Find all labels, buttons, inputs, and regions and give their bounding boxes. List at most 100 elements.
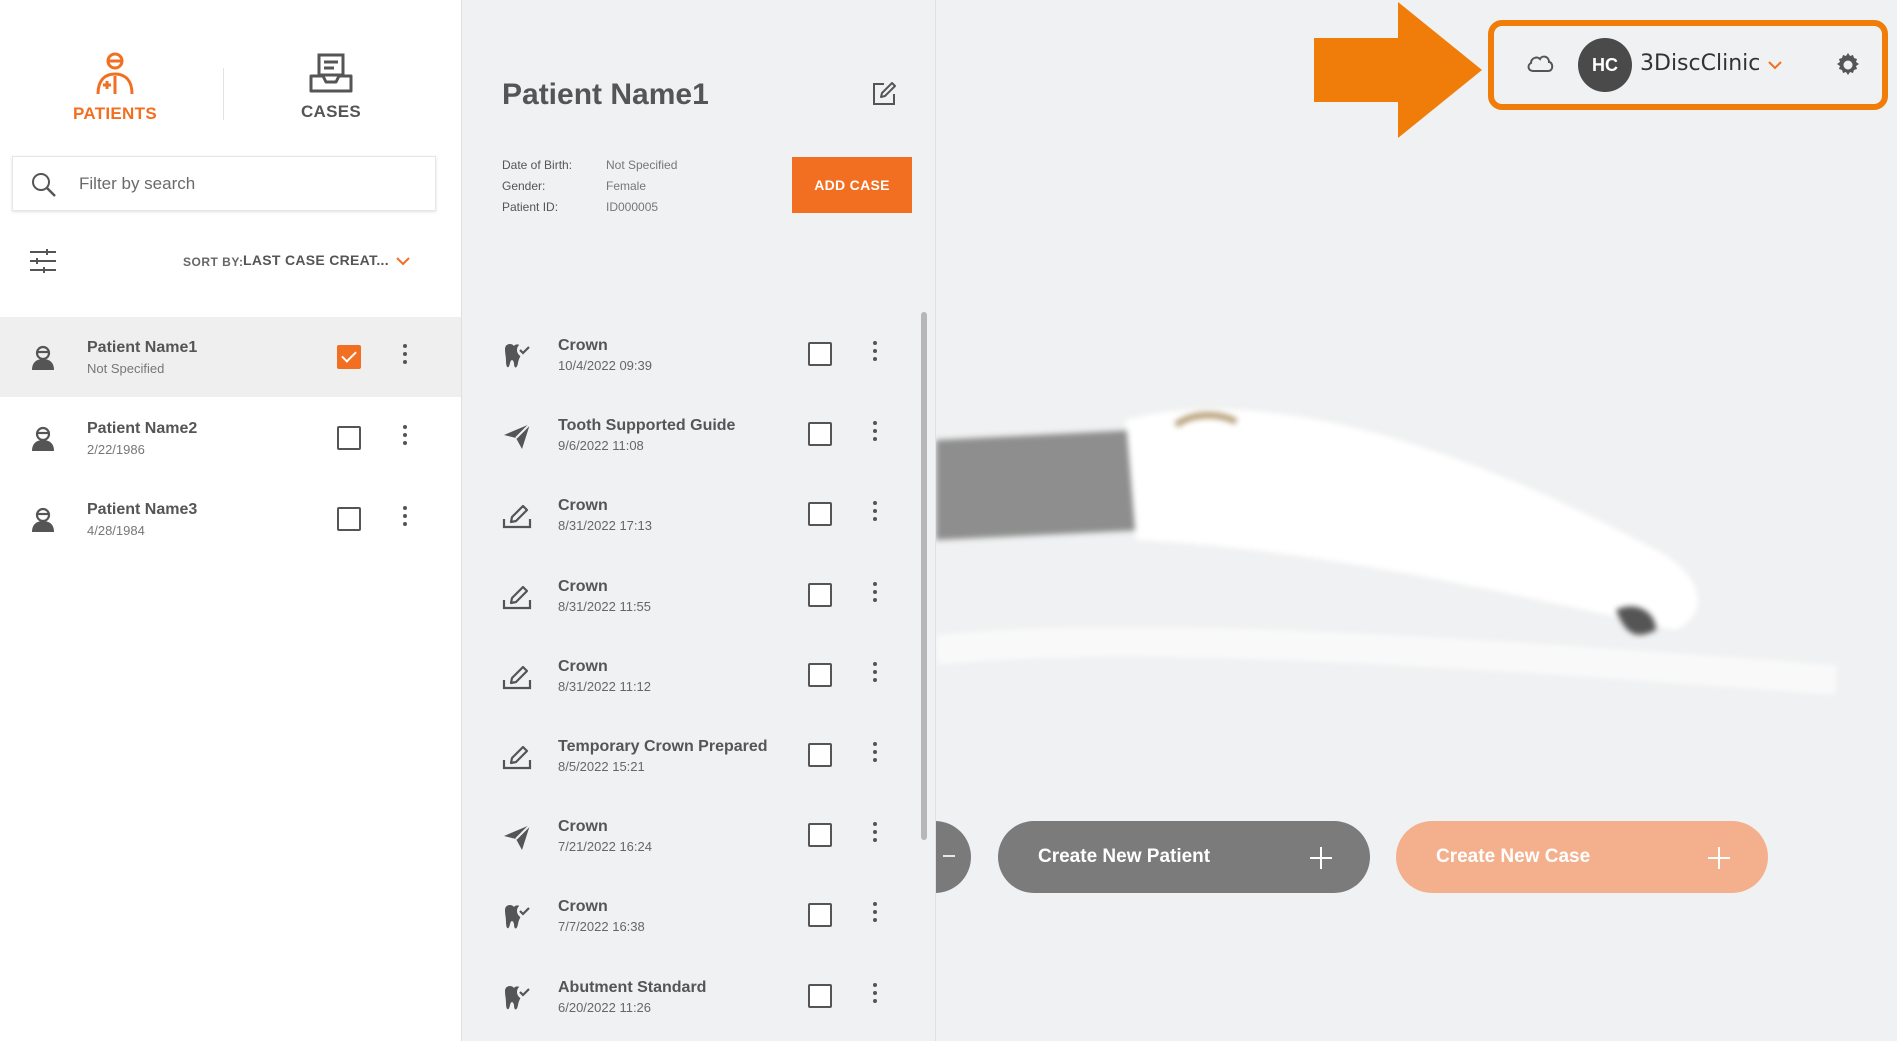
case-row[interactable]: Crown 7/21/2022 16:24 [462,794,922,874]
case-name: Abutment Standard [558,978,707,996]
tab-cases[interactable]: CASES [256,52,406,122]
case-name: Crown [558,898,608,916]
case-row[interactable]: Crown 8/31/2022 11:55 [462,554,922,634]
search-icon [32,173,56,197]
more-options-icon[interactable] [865,339,885,365]
more-options-icon[interactable] [395,504,415,530]
patient-row[interactable]: Patient Name3 4/28/1984 [0,479,461,559]
welcome-area: Create New Patient Create New Case [936,0,1897,1041]
user-bar: HC 3DiscClinic [1494,25,1884,105]
case-checkbox[interactable] [808,342,832,366]
cloud-icon[interactable] [1526,53,1554,73]
patient-name: Patient Name3 [87,501,198,518]
pen-tray-icon [502,501,532,536]
case-checkbox[interactable] [808,743,832,767]
search-input[interactable] [79,169,419,199]
page-title: Patient Name1 [502,78,709,111]
case-date: 9/6/2022 11:08 [558,438,644,454]
case-row[interactable]: Crown 8/31/2022 11:12 [462,634,922,714]
more-options-icon[interactable] [865,580,885,606]
clinic-name[interactable]: 3DiscClinic [1640,51,1760,76]
tab-patients[interactable]: PATIENTS [40,52,190,124]
patient-detail-panel: Patient Name1 Date of Birth: Not Specifi… [461,0,936,1041]
patient-list-panel: PATIENTS CASES SORT BY: LAST CASE CREAT.… [0,0,461,1041]
tooth-check-icon [502,902,532,937]
edit-icon[interactable] [870,80,898,108]
case-row[interactable]: Temporary Crown Prepared 8/5/2022 15:21 [462,714,922,794]
patient-subtext: Not Specified [87,361,165,376]
more-options-icon[interactable] [865,981,885,1007]
chevron-down-icon[interactable] [1767,58,1783,72]
sort-by-value[interactable]: LAST CASE CREAT... [243,252,389,268]
more-options-icon[interactable] [865,900,885,926]
patient-name: Patient Name1 [87,339,198,356]
patient-row[interactable]: Patient Name2 2/22/1986 [0,398,461,478]
search-box [12,156,436,211]
avatar[interactable]: HC [1578,38,1632,92]
paper-plane-icon [502,822,532,857]
more-options-icon[interactable] [395,342,415,368]
patient-icon [96,52,134,95]
tooth-check-icon [502,983,532,1018]
tab-patients-label: PATIENTS [73,104,157,123]
create-new-patient-label: Create New Patient [1038,846,1211,867]
chevron-down-icon[interactable] [394,252,412,270]
case-checkbox[interactable] [808,823,832,848]
case-checkbox[interactable] [808,582,832,607]
tooth-check-icon [502,341,532,376]
case-checkbox[interactable] [808,903,832,928]
case-date: 8/31/2022 17:13 [558,518,652,534]
scrollbar[interactable] [921,312,927,840]
case-name: Tooth Supported Guide [558,417,736,435]
filter-sliders-icon[interactable] [28,248,58,274]
case-date: 8/31/2022 11:12 [558,678,652,694]
create-new-case-label: Create New Case [1436,846,1591,867]
case-date: 8/31/2022 11:55 [558,598,652,614]
case-checkbox[interactable] [808,983,832,1008]
add-case-button[interactable]: ADD CASE [792,157,912,213]
patient-checkbox[interactable] [337,345,361,369]
case-row[interactable]: Abutment Standard 6/20/2022 11:26 [462,955,922,1035]
inbox-icon [309,53,353,93]
case-date: 7/7/2022 16:38 [558,919,645,935]
create-new-patient-button[interactable]: Create New Patient [998,821,1370,893]
pen-tray-icon [502,582,532,617]
partial-button[interactable] [936,821,971,893]
case-row[interactable]: Tooth Supported Guide 9/6/2022 11:08 [462,393,922,473]
case-name: Crown [558,497,608,515]
case-name: Crown [558,818,608,836]
case-row[interactable]: Crown 8/31/2022 17:13 [462,473,922,553]
case-name: Crown [558,657,608,675]
more-options-icon[interactable] [865,419,885,445]
background-illustration [936,409,1838,695]
dob-value: Not Specified [606,158,678,172]
more-options-icon[interactable] [865,740,885,766]
more-options-icon[interactable] [865,499,885,525]
case-name: Crown [558,337,608,354]
pen-tray-icon [502,742,532,777]
gear-icon[interactable] [1834,51,1862,79]
patient-checkbox[interactable] [337,507,361,531]
patient-id-value: ID000005 [606,200,659,214]
arrow-right-icon [1314,2,1482,138]
user-icon [30,345,56,376]
sort-by-label: SORT BY: [183,255,244,269]
plus-icon [1708,847,1730,869]
case-checkbox[interactable] [808,422,832,447]
case-row[interactable]: Crown 7/7/2022 16:38 [462,874,922,954]
patient-id-label: Patient ID: [502,200,559,214]
case-row[interactable]: Crown 10/4/2022 09:39 [462,313,922,393]
gender-label: Gender: [502,179,546,193]
more-options-icon[interactable] [865,660,885,686]
case-name: Crown [558,577,608,595]
patient-row[interactable]: Patient Name1 Not Specified [0,317,461,397]
case-name: Temporary Crown Prepared [558,738,768,755]
more-options-icon[interactable] [865,820,885,846]
patient-checkbox[interactable] [337,426,361,450]
case-checkbox[interactable] [808,662,832,687]
create-new-case-button[interactable]: Create New Case [1396,821,1768,893]
user-icon [30,507,56,538]
case-checkbox[interactable] [808,502,832,527]
case-date: 6/20/2022 11:26 [558,999,652,1015]
more-options-icon[interactable] [395,423,415,449]
